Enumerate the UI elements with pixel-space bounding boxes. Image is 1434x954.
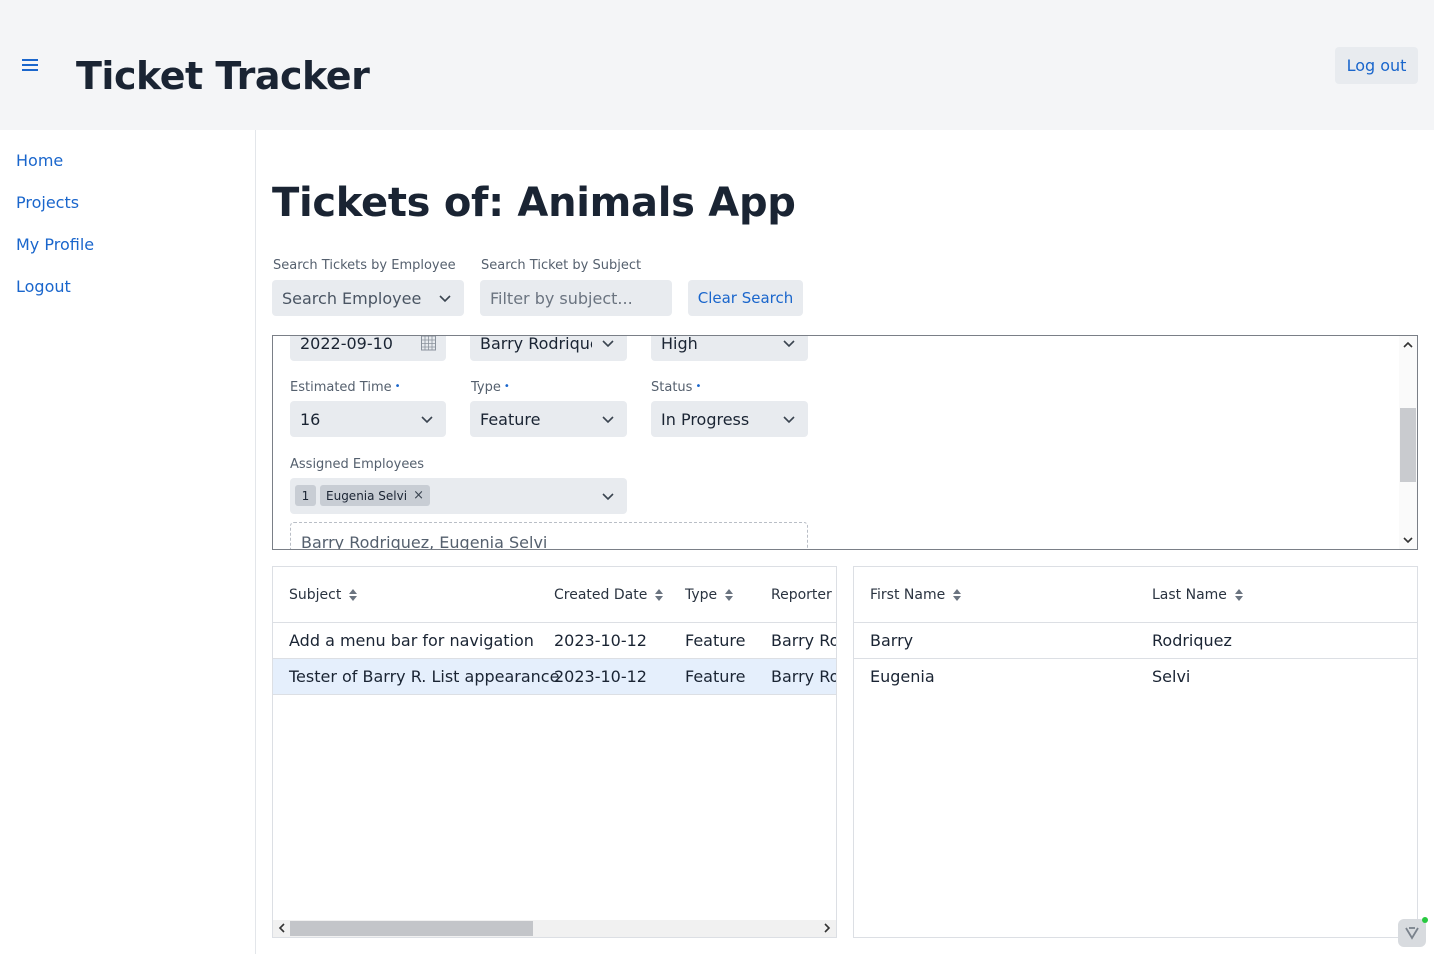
tickets-grid: Subject Created Date Type Reporter Add a… xyxy=(272,566,837,938)
menu-toggle-button[interactable] xyxy=(16,52,44,78)
cell-subject: Add a menu bar for navigation xyxy=(289,631,534,650)
page-title: Tickets of: Animals App xyxy=(272,180,796,226)
subject-search-label: Search Ticket by Subject xyxy=(481,258,642,273)
employee-search-select[interactable]: Search Employee xyxy=(272,280,464,316)
app-title: Ticket Tracker xyxy=(76,54,370,98)
status-value: In Progress xyxy=(661,409,750,429)
calendar-icon[interactable] xyxy=(421,336,436,351)
cell-type: Feature xyxy=(685,667,746,686)
chevron-down-icon xyxy=(602,340,614,348)
type-value: Feature xyxy=(480,409,541,429)
dev-tools-icon xyxy=(1405,927,1419,940)
estimated-time-select[interactable]: 16 xyxy=(290,401,446,437)
chevron-down-icon xyxy=(439,295,451,303)
assigned-count-badge: 1 xyxy=(295,485,316,506)
date-value: 2022-09-10 xyxy=(300,335,393,353)
form-vertical-scrollbar[interactable] xyxy=(1399,336,1417,549)
required-marker: • xyxy=(503,381,510,392)
employees-grid: First Name Last Name Barry Rodriquez Eug… xyxy=(853,566,1418,938)
status-select[interactable]: In Progress xyxy=(651,401,808,437)
employee-search-placeholder: Search Employee xyxy=(282,288,422,308)
sidebar-nav: Home Projects My Profile Logout xyxy=(0,130,256,954)
scroll-down-icon[interactable] xyxy=(1401,533,1415,547)
chevron-down-icon xyxy=(602,416,614,424)
column-header-reporter[interactable]: Reporter xyxy=(771,587,836,603)
column-header-last-name[interactable]: Last Name xyxy=(1152,587,1243,603)
column-header-first-name[interactable]: First Name xyxy=(870,587,962,603)
cell-last-name: Rodriquez xyxy=(1152,631,1232,650)
sidebar-item-logout[interactable]: Logout xyxy=(16,277,71,296)
date-field[interactable]: 2022-09-10 xyxy=(290,335,446,361)
scroll-up-icon[interactable] xyxy=(1401,338,1415,352)
cell-created-date: 2023-10-12 xyxy=(554,631,647,650)
sort-icon xyxy=(349,589,358,601)
employees-grid-header: First Name Last Name xyxy=(854,567,1417,623)
priority-value: High xyxy=(661,335,698,353)
chevron-down-icon xyxy=(602,493,614,501)
table-row[interactable]: Barry Rodriquez xyxy=(854,623,1417,659)
app-header: Ticket Tracker Log out xyxy=(0,0,1434,130)
sort-icon xyxy=(655,589,664,601)
status-dot xyxy=(1422,917,1428,923)
cell-last-name: Selvi xyxy=(1152,667,1191,686)
chevron-down-icon xyxy=(421,416,433,424)
table-row[interactable]: Eugenia Selvi xyxy=(854,659,1417,695)
reporter-select[interactable]: Barry Rodriquez xyxy=(470,335,627,361)
cell-reporter: Barry Rodriquez xyxy=(771,667,836,686)
cell-reporter: Barry Rodriquez xyxy=(771,631,836,650)
cell-first-name: Eugenia xyxy=(870,667,935,686)
table-row[interactable]: Add a menu bar for navigation 2023-10-12… xyxy=(273,623,836,659)
column-header-type[interactable]: Type xyxy=(685,587,734,603)
sidebar-item-projects[interactable]: Projects xyxy=(16,193,79,212)
sidebar-item-home[interactable]: Home xyxy=(16,151,63,170)
estimated-time-label: Estimated Time • xyxy=(290,380,401,395)
sort-icon xyxy=(725,589,734,601)
tickets-grid-header: Subject Created Date Type Reporter xyxy=(273,567,836,623)
ticket-form-panel[interactable]: 2022-09-10 Barry Rodriquez High Estimate… xyxy=(272,335,1418,550)
cell-subject: Tester of Barry R. List appearance xyxy=(289,667,560,686)
column-header-subject[interactable]: Subject xyxy=(289,587,358,603)
scrollbar-thumb[interactable] xyxy=(290,921,533,936)
type-select[interactable]: Feature xyxy=(470,401,627,437)
cell-created-date: 2023-10-12 xyxy=(554,667,647,686)
sort-icon xyxy=(953,589,962,601)
cell-first-name: Barry xyxy=(870,631,914,650)
dev-tools-button[interactable] xyxy=(1398,917,1428,947)
required-marker: • xyxy=(394,381,401,392)
assigned-chip-label: Eugenia Selvi xyxy=(326,488,408,503)
assigned-employees-select[interactable]: 1 Eugenia Selvi × xyxy=(290,478,627,514)
table-row[interactable]: Tester of Barry R. List appearance 2023-… xyxy=(273,659,836,695)
cell-type: Feature xyxy=(685,631,746,650)
scrollbar-thumb[interactable] xyxy=(1400,408,1416,482)
menu-icon xyxy=(22,59,38,71)
scroll-left-icon[interactable] xyxy=(275,921,289,935)
close-icon[interactable]: × xyxy=(413,488,424,503)
required-marker: • xyxy=(695,381,702,392)
employee-search-label: Search Tickets by Employee xyxy=(273,258,456,273)
assigned-employees-label: Assigned Employees xyxy=(290,457,425,472)
reporter-value: Barry Rodriquez xyxy=(480,335,592,353)
scroll-right-icon[interactable] xyxy=(820,921,834,935)
tickets-horizontal-scrollbar[interactable] xyxy=(273,920,836,937)
priority-select[interactable]: High xyxy=(651,335,808,361)
sort-icon xyxy=(1234,589,1243,601)
clear-search-button[interactable]: Clear Search xyxy=(688,280,803,316)
assigned-employee-chip: Eugenia Selvi × xyxy=(320,485,430,506)
sidebar-item-my-profile[interactable]: My Profile xyxy=(16,235,94,254)
column-header-created-date[interactable]: Created Date xyxy=(554,587,664,603)
estimated-time-value: 16 xyxy=(300,409,321,429)
status-label: Status • xyxy=(651,380,702,395)
assigned-summary-field: Barry Rodriquez, Eugenia Selvi xyxy=(290,522,808,549)
chevron-down-icon xyxy=(783,416,795,424)
type-label: Type • xyxy=(471,380,510,395)
subject-search-input[interactable]: Filter by subject... xyxy=(480,280,672,316)
log-out-button[interactable]: Log out xyxy=(1335,47,1418,84)
chevron-down-icon xyxy=(783,340,795,348)
